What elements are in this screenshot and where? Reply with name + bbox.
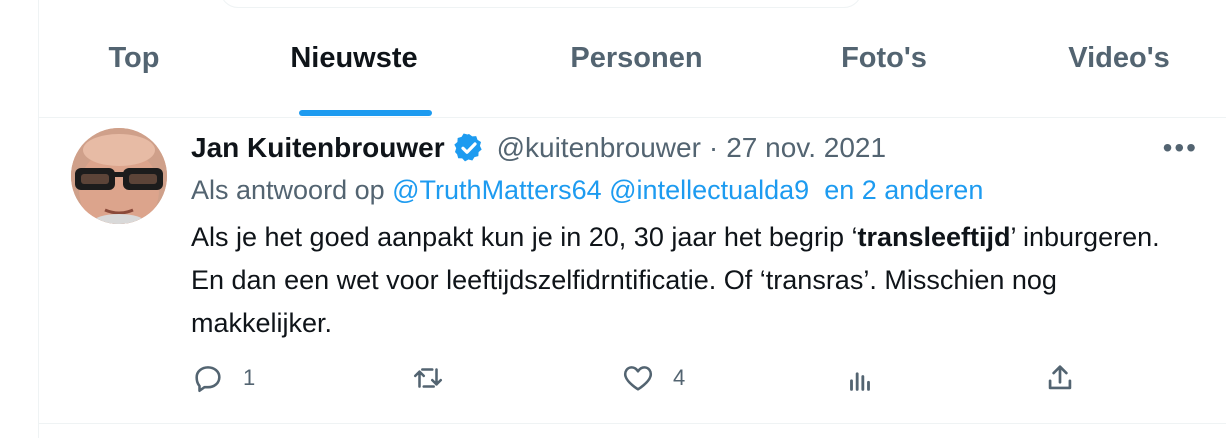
tweet-text-bold: transleeftijd [857, 222, 1011, 252]
retweet-button[interactable] [411, 361, 445, 395]
search-tabs: Top Nieuwste Personen Foto's Video's [39, 0, 1226, 118]
tweet[interactable]: Jan Kuitenbrouwer @kuitenbrouwer · 27 no… [39, 118, 1226, 424]
like-count: 4 [673, 365, 686, 390]
tweet-text-part: Als je het goed aanpakt kun je in 20, 30… [191, 222, 858, 252]
author-name[interactable]: Jan Kuitenbrouwer [191, 132, 445, 164]
avatar[interactable] [71, 128, 167, 224]
active-tab-indicator [299, 110, 432, 116]
reply-icon [195, 366, 221, 393]
tweet-actions: 1 4 [191, 361, 1091, 401]
more-icon[interactable]: ••• [1163, 132, 1198, 164]
like-button[interactable]: 4 [621, 361, 685, 395]
like-icon [623, 366, 653, 391]
tweet-date[interactable]: 27 nov. 2021 [726, 132, 886, 164]
share-button[interactable] [1043, 361, 1077, 395]
verified-badge-icon [453, 133, 482, 162]
tab-photos[interactable]: Foto's [819, 0, 949, 117]
retweet-icon [413, 368, 443, 388]
tweet-header: Jan Kuitenbrouwer @kuitenbrouwer · 27 no… [191, 132, 886, 164]
tab-latest[interactable]: Nieuwste [279, 0, 429, 117]
reply-context: Als antwoord op @TruthMatters64 @intelle… [191, 175, 983, 206]
tweet-text: Als je het goed aanpakt kun je in 20, 30… [191, 216, 1191, 345]
tab-videos[interactable]: Video's [1049, 0, 1189, 117]
analytics-button[interactable] [843, 361, 877, 395]
mention-link[interactable]: @intellectualda9 [609, 175, 809, 205]
mention-others-link[interactable]: en 2 anderen [824, 175, 983, 205]
mention-link[interactable]: @TruthMatters64 [392, 175, 601, 205]
tab-people[interactable]: Personen [554, 0, 719, 117]
analytics-icon [850, 372, 870, 391]
reply-button[interactable]: 1 [191, 361, 255, 395]
separator-dot: · [708, 132, 719, 163]
share-icon [1048, 365, 1072, 390]
tab-top[interactable]: Top [79, 0, 189, 117]
author-handle[interactable]: @kuitenbrouwer [497, 132, 701, 164]
reply-prefix: Als antwoord op [191, 175, 385, 205]
reply-count: 1 [243, 365, 256, 390]
